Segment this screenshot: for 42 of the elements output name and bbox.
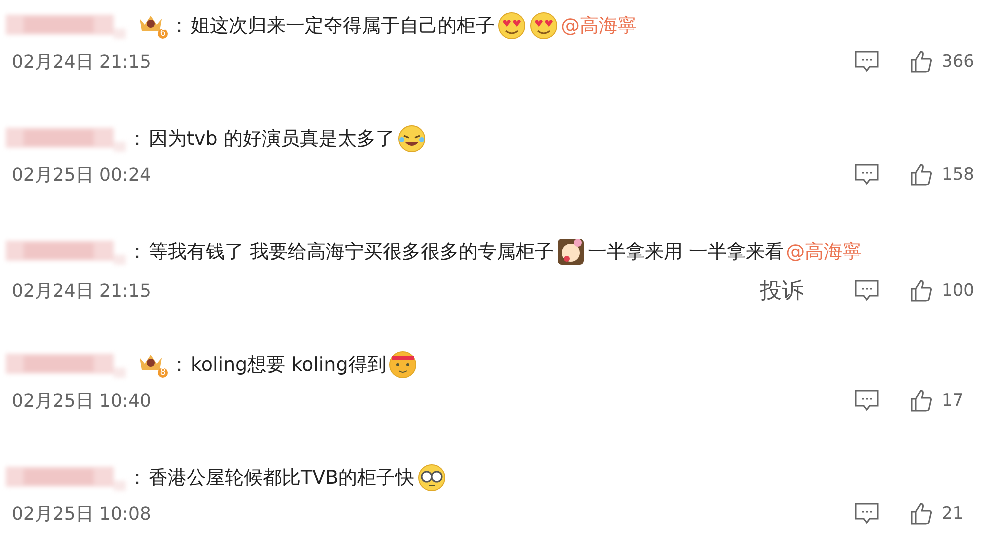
- like-button[interactable]: 17: [910, 389, 980, 413]
- comment-text: 一半拿来用 一半拿来看: [588, 240, 784, 265]
- comment-time: 02月25日 10:08: [12, 503, 152, 526]
- report-link[interactable]: 投诉: [760, 276, 804, 306]
- headband-emoji-icon: [388, 350, 418, 380]
- comment-text: 因为tvb 的好演员真是太多了: [149, 127, 395, 152]
- heart-eyes-emoji-icon: [529, 11, 559, 41]
- thumbs-up-icon: [910, 163, 934, 187]
- colon: ：: [170, 14, 189, 39]
- comment-icon[interactable]: [854, 502, 880, 526]
- like-button[interactable]: 100: [910, 279, 980, 303]
- comment-time: 02月25日 10:40: [12, 390, 152, 413]
- comment-icon[interactable]: [854, 163, 880, 187]
- colon: ：: [128, 466, 147, 491]
- comment-icon[interactable]: [854, 279, 880, 303]
- comment-time: 02月24日 21:15: [12, 280, 152, 303]
- comment-text: 姐这次归来一定夺得属于自己的柜子: [191, 14, 495, 39]
- comment-text: koling想要 koling得到: [191, 353, 386, 378]
- heart-eyes-emoji-icon: [497, 11, 527, 41]
- colon: ：: [128, 240, 147, 265]
- thumbs-up-icon: [910, 389, 934, 413]
- laughing-emoji-icon: [396, 124, 427, 154]
- comment-icon[interactable]: [854, 50, 880, 74]
- like-button[interactable]: 158: [910, 163, 980, 187]
- thumbs-up-icon: [910, 502, 934, 526]
- comment-time: 02月24日 21:15: [12, 51, 152, 74]
- colon: ：: [128, 127, 147, 152]
- mention-link[interactable]: @高海寧: [786, 239, 862, 265]
- colon: ：: [170, 353, 189, 378]
- like-button[interactable]: 21: [910, 502, 980, 526]
- comment-icon[interactable]: [854, 389, 880, 413]
- comment-text: 香港公屋轮候都比TVB的柜子快: [149, 466, 415, 491]
- thumbs-up-icon: [910, 279, 934, 303]
- crown-badge: 8: [138, 352, 168, 378]
- girl-emoji-icon: [556, 237, 586, 267]
- thumbs-up-icon: [910, 50, 934, 74]
- glasses-emoji-icon: [416, 463, 447, 493]
- comment-time: 02月25日 00:24: [12, 164, 152, 187]
- mention-link[interactable]: @高海寧: [561, 13, 637, 39]
- like-button[interactable]: 366: [910, 50, 980, 74]
- comment-text: 等我有钱了 我要给高海宁买很多很多的专属柜子: [149, 240, 554, 265]
- crown-badge: 6: [138, 13, 168, 39]
